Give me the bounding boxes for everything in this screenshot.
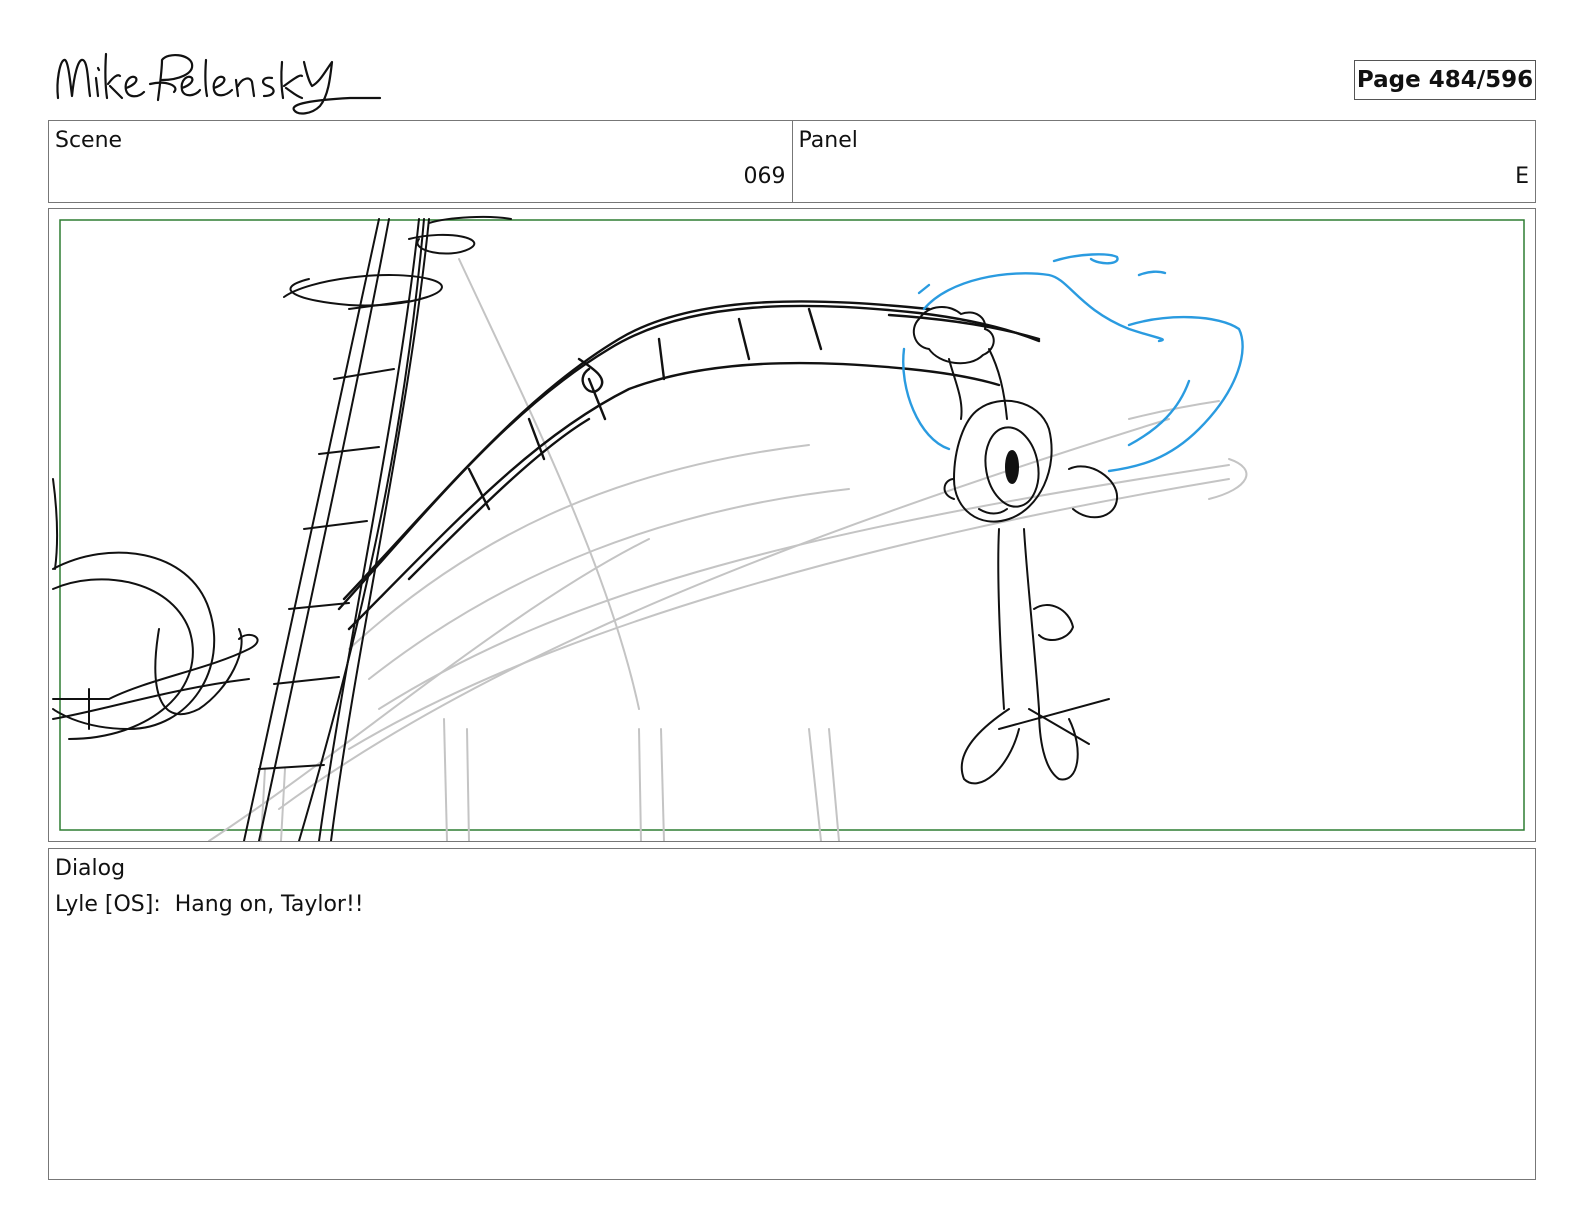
character-sketch	[912, 306, 1119, 785]
scene-panel-info: Scene 069 Panel E	[48, 120, 1536, 203]
dialog-box: Dialog Lyle [OS]: Hang on, Taylor!!	[48, 848, 1536, 1180]
storyboard-frame	[48, 208, 1536, 842]
bush-sketch	[52, 478, 259, 740]
scene-value: 069	[743, 164, 786, 189]
page-indicator: Page 484/596	[1354, 60, 1536, 100]
dialog-label: Dialog	[55, 856, 126, 881]
safe-frame-border	[59, 219, 1525, 831]
scene-label: Scene	[55, 128, 123, 153]
panel-value: E	[1515, 164, 1529, 189]
signature-logo	[50, 40, 390, 120]
scene-cell: Scene 069	[49, 121, 792, 202]
panel-label: Panel	[798, 128, 858, 153]
panel-cell: Panel E	[791, 121, 1536, 202]
sketch-drawing	[52, 215, 1525, 841]
branch-sketch	[337, 300, 1041, 631]
dialog-text: Lyle [OS]: Hang on, Taylor!!	[55, 892, 364, 917]
pillar-sketch	[243, 215, 512, 841]
